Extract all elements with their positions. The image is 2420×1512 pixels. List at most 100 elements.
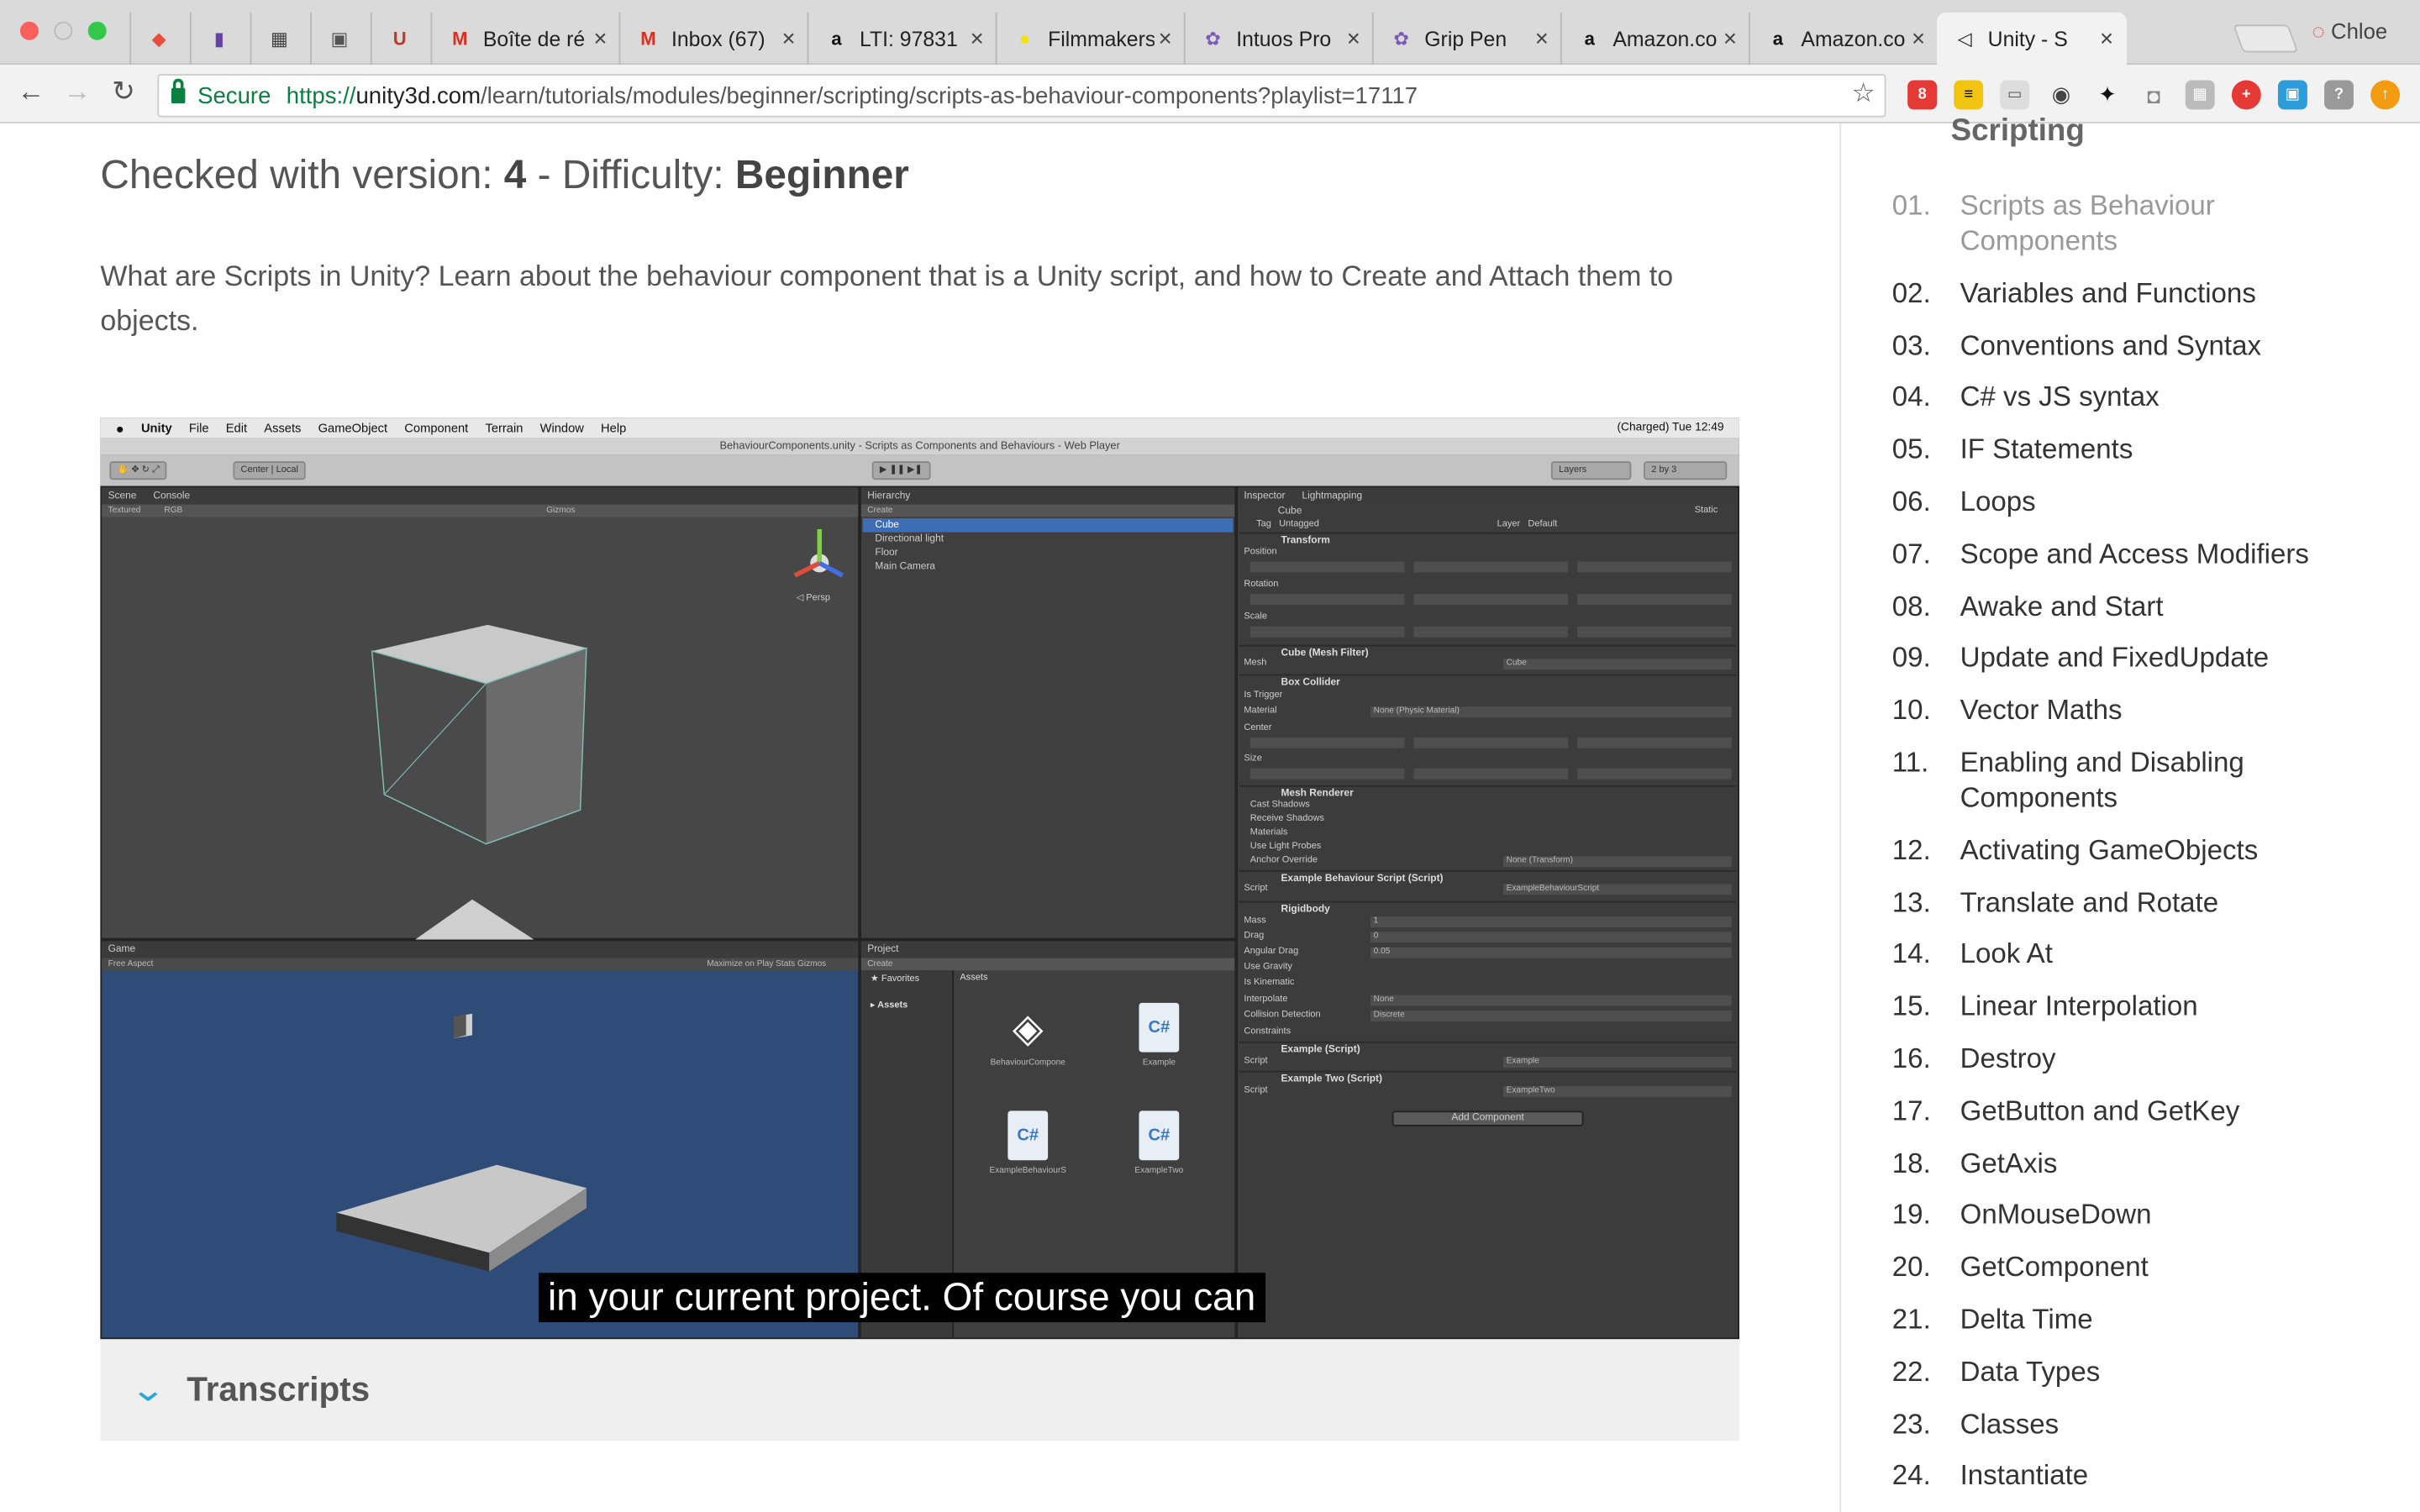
playlist-item[interactable]: 11. Enabling and Disabling Components: [1892, 745, 2417, 832]
playlist-item[interactable]: 16. Destroy: [1892, 1042, 2417, 1094]
playlist-item[interactable]: 05. IF Statements: [1892, 433, 2417, 485]
extension-arrow-icon[interactable]: ↑: [2370, 80, 2401, 110]
playlist-item-number: 24.: [1891, 1460, 1931, 1491]
playlist-item[interactable]: 02. Variables and Functions: [1892, 276, 2417, 328]
extension-chat-icon[interactable]: ▭: [2000, 80, 2030, 110]
playlist-item[interactable]: 04. C# vs JS syntax: [1892, 381, 2417, 433]
extension-camera-icon[interactable]: ◘: [2139, 81, 2169, 110]
playlist-item[interactable]: 13. Translate and Rotate: [1892, 885, 2417, 937]
extension-stripes-icon[interactable]: ≡: [1954, 80, 1984, 110]
browser-tab[interactable]: ✿ Intuos Pro ×: [1183, 12, 1374, 66]
browser-tab[interactable]: a LTI: 97831 ×: [807, 12, 997, 66]
inspector-field-value: None (Physic Material): [1370, 706, 1732, 718]
close-tab-icon[interactable]: ×: [1343, 25, 1365, 51]
browser-tab[interactable]: ◁ Unity - S ×: [1937, 12, 2127, 66]
playlist-item[interactable]: 12. Activating GameObjects: [1892, 832, 2417, 885]
playlist-item[interactable]: 09. Update and FixedUpdate: [1892, 641, 2417, 693]
close-tab-icon[interactable]: ×: [1719, 25, 1741, 51]
playlist-item[interactable]: 21. Delta Time: [1892, 1302, 2417, 1354]
browser-tab[interactable]: U: [370, 12, 432, 66]
layer-row: Layer Default: [1497, 520, 1558, 529]
close-tab-icon[interactable]: ×: [778, 25, 800, 51]
back-icon[interactable]: ←: [13, 76, 50, 108]
browser-tab[interactable]: ▣: [310, 12, 371, 66]
close-tab-icon[interactable]: ×: [1155, 25, 1176, 51]
vector-component-field: [1577, 594, 1732, 605]
favorites-folder: ★ Favorites: [870, 974, 920, 984]
playlist-item[interactable]: 07. Scope and Access Modifiers: [1892, 537, 2417, 589]
inspector-field-label: Use Light Probes: [1249, 842, 1322, 852]
close-window-button[interactable]: [19, 21, 39, 40]
browser-tab[interactable]: ▦: [250, 12, 312, 66]
secure-indicator[interactable]: Secure: [171, 78, 271, 108]
unity-menu-item: File: [188, 421, 209, 435]
extension-help-icon[interactable]: ?: [2324, 80, 2354, 110]
address-bar[interactable]: Secure https://unity3d.com/learn/tutoria…: [157, 74, 1886, 118]
video-player[interactable]: ● Unity File Edit Assets GameObject Component…: [100, 417, 1739, 1340]
url-text[interactable]: https://unity3d.com/learn/tutorials/modu…: [287, 82, 1418, 108]
extension-bird-icon[interactable]: ✦: [2093, 81, 2123, 110]
browser-tab[interactable]: ✿ Grip Pen ×: [1371, 12, 1562, 66]
inspector-field-label: Scale: [1244, 612, 1267, 622]
playlist-item-number: 10.: [1891, 694, 1931, 726]
playlist-item[interactable]: 19. OnMouseDown: [1892, 1198, 2417, 1250]
minimize-window-button[interactable]: [54, 21, 73, 40]
inspector-component-header: Mesh Renderer: [1281, 788, 1354, 800]
tab-bar: ◆ ▮ ▦ ▣ U M Boîte de ré × M Inbox (67) × a LTI: 9783…: [0, 0, 2420, 66]
app-icon: ▣: [330, 28, 349, 50]
browser-tab[interactable]: ◆: [129, 12, 191, 66]
playlist-item[interactable]: 14. Look At: [1892, 937, 2417, 990]
playlist-item[interactable]: 08. Awake and Start: [1892, 589, 2417, 641]
browser-tab[interactable]: M Inbox (67) ×: [618, 12, 809, 66]
close-tab-icon[interactable]: ×: [2096, 25, 2118, 51]
transcripts-toggle[interactable]: ⌄ Transcripts: [100, 1339, 1739, 1441]
extension-badge-icon[interactable]: 8: [1907, 80, 1938, 110]
playlist-item-number: 01.: [1891, 189, 1931, 221]
playlist-item[interactable]: 17. GetButton and GetKey: [1892, 1094, 2417, 1146]
browser-window: ◆ ▮ ▦ ▣ U M Boîte de ré × M Inbox (67) × a LTI: 9783…: [0, 0, 2420, 1512]
playlist-item[interactable]: 20. GetComponent: [1892, 1250, 2417, 1302]
tag-row: Tag Untagged: [1256, 520, 1319, 529]
close-tab-icon[interactable]: ×: [966, 25, 988, 51]
game-options: Maximize on Play Stats Gizmos: [707, 959, 827, 969]
wacom-icon: ✿: [1205, 28, 1221, 50]
unity-window-title: BehaviourComponents.unity - Scripts as C…: [100, 438, 1739, 455]
apple-icon: ●: [115, 420, 124, 436]
playlist-item-title: GetComponent: [1960, 1251, 2149, 1283]
browser-tab[interactable]: ▮: [189, 12, 251, 66]
browser-tab[interactable]: M Boîte de ré ×: [430, 12, 620, 66]
browser-tab[interactable]: a Amazon.co ×: [1748, 12, 1939, 66]
playlist-item[interactable]: 03. Conventions and Syntax: [1892, 328, 2417, 380]
profile-button[interactable]: ◌ Chloe: [2312, 18, 2387, 43]
close-tab-icon[interactable]: ×: [590, 25, 612, 51]
playlist-item[interactable]: 22. Data Types: [1892, 1354, 2417, 1406]
zoom-window-button[interactable]: [87, 21, 107, 40]
playlist-item[interactable]: 01. Scripts as Behaviour Components: [1892, 188, 2417, 276]
bookmark-star-icon[interactable]: ☆: [1852, 79, 1876, 110]
playlist-item[interactable]: 24. Instantiate: [1892, 1458, 2417, 1510]
extension-window-icon[interactable]: ▣: [2277, 80, 2307, 110]
vector-component-field: [1413, 768, 1569, 780]
extension-grid-icon[interactable]: ▦: [2185, 80, 2215, 110]
lock-icon: [171, 78, 186, 104]
new-tab-button[interactable]: [2233, 24, 2299, 53]
extension-eye-icon[interactable]: ◉: [2046, 81, 2075, 110]
close-tab-icon[interactable]: ×: [1907, 25, 1929, 51]
close-tab-icon[interactable]: ×: [1531, 25, 1553, 51]
playlist-item[interactable]: 06. Loops: [1892, 485, 2417, 537]
forward-icon[interactable]: →: [59, 76, 96, 108]
browser-tab[interactable]: ● Filmmakers ×: [995, 12, 1186, 66]
reload-icon[interactable]: ↻: [105, 76, 142, 108]
playlist-item[interactable]: 18. GetAxis: [1892, 1146, 2417, 1198]
extension-plus-icon[interactable]: +: [2231, 80, 2261, 110]
playlist-item-title: GetAxis: [1960, 1147, 2058, 1179]
component-divider: [1239, 900, 1737, 903]
playlist-item[interactable]: 10. Vector Maths: [1892, 693, 2417, 745]
tab-title: Intuos Pro: [1236, 27, 1332, 50]
playlist-item[interactable]: 23. Classes: [1892, 1406, 2417, 1458]
tab-title: Unity - S: [1987, 27, 2068, 50]
browser-tab[interactable]: a Amazon.co ×: [1560, 12, 1750, 66]
chevron-down-icon: ⌄: [129, 1369, 167, 1409]
playlist-item[interactable]: 15. Linear Interpolation: [1892, 990, 2417, 1042]
inspector-field-value: None (Transform): [1502, 856, 1732, 868]
